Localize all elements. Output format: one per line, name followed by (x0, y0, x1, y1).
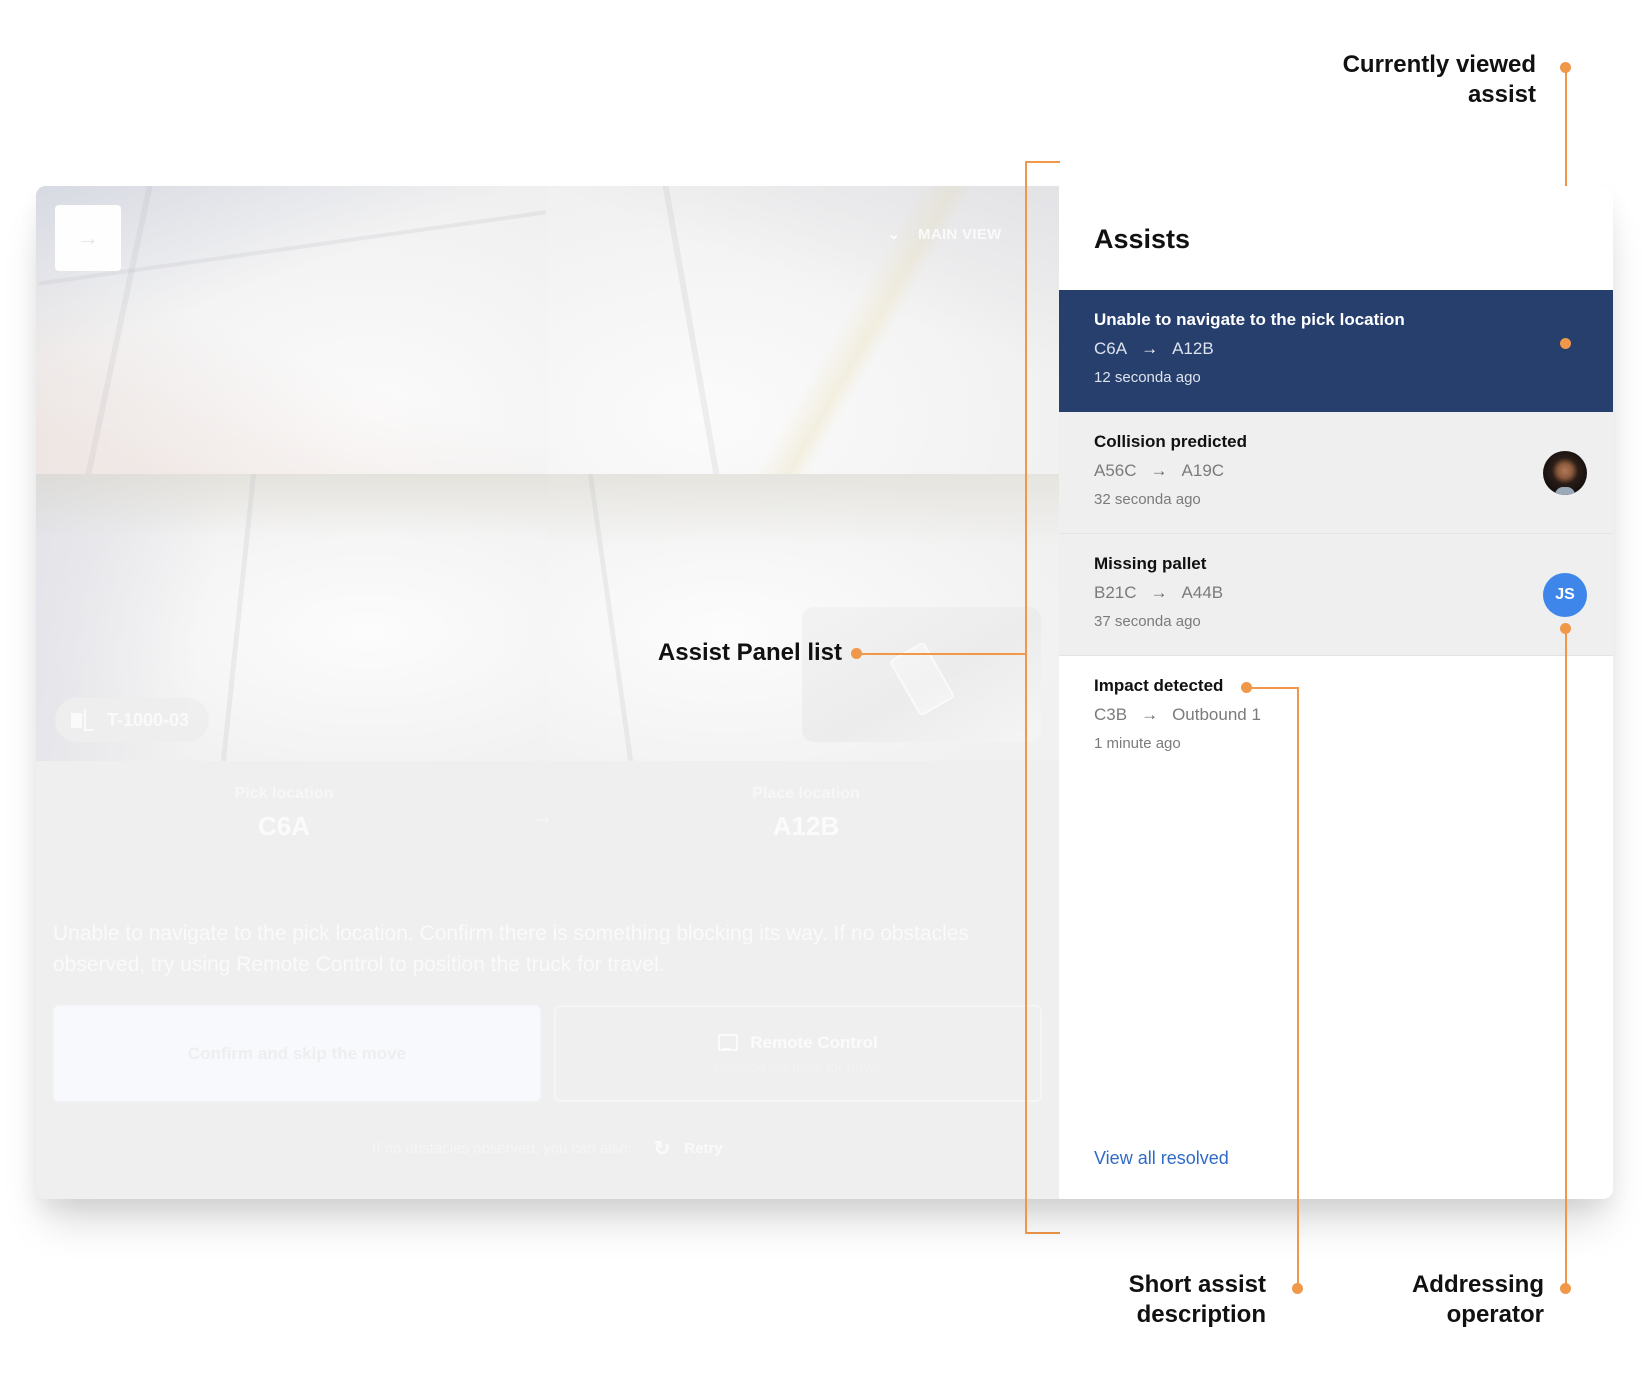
back-button[interactable]: → (55, 205, 121, 271)
retry-row: If no obstacles observed, you can also: … (36, 1136, 1059, 1161)
panel-bracket-side (1025, 161, 1027, 1234)
minimap[interactable] (802, 607, 1041, 742)
refresh-icon: ↻ (653, 1138, 671, 1160)
annotation-short-description: Short assist description (1060, 1270, 1266, 1330)
annotation-dot (1560, 338, 1571, 349)
annotation-text: Assist Panel list (657, 639, 842, 666)
retry-button[interactable]: ↻ Retry (654, 1136, 723, 1161)
truck-badge: T-1000-03 (55, 698, 210, 742)
assist-title: Collision predicted (1094, 432, 1248, 451)
annotation-text: operator (1446, 1301, 1544, 1328)
place-location: Place location A12B (656, 785, 956, 842)
assist-description: Unable to navigate to the pick location.… (53, 922, 969, 976)
assist-to: A12B (1172, 339, 1214, 358)
assist-from: C6A (1094, 339, 1128, 358)
assist-to: Outbound 1 (1172, 705, 1261, 724)
assist-from: C3B (1094, 705, 1128, 724)
app-window: → ⌄ MAIN VIEW T-1000-03 Pick location C6… (36, 186, 1613, 1199)
annotation-dot (1560, 1283, 1571, 1294)
arrow-right-icon: → (1141, 705, 1159, 724)
arrow-right-icon: → (77, 225, 99, 250)
assist-to: A44B (1181, 583, 1224, 602)
assist-age: 12 seconda ago (1094, 369, 1201, 386)
assist-item[interactable]: Unable to navigate to the pick location … (1059, 290, 1613, 412)
view-selector-label: MAIN VIEW (918, 225, 1002, 243)
assist-item[interactable]: Collision predicted A56C → A19C 32 secon… (1059, 412, 1613, 534)
assist-age: 1 minute ago (1094, 735, 1181, 752)
confirm-skip-label: Confirm and skip the move (187, 1043, 407, 1063)
remote-control-button[interactable]: Remote Control Position the truck for tr… (554, 1005, 1042, 1102)
panel-bracket-top (1025, 161, 1060, 163)
annotation-currently-viewed: Currently viewed assist (1300, 50, 1536, 110)
assist-age: 37 seconda ago (1094, 613, 1201, 630)
assist-route: C3B → Outbound 1 (1094, 705, 1613, 725)
route-info: Pick location C6A → Place location A12B (36, 761, 1059, 871)
pick-location-value: C6A (257, 811, 310, 841)
chevron-down-icon: ⌄ (888, 225, 901, 242)
assist-title: Unable to navigate to the pick location (1094, 310, 1405, 329)
arrow-right-icon: → (530, 803, 554, 830)
operator-avatar: JS (1543, 573, 1587, 617)
view-selector[interactable]: ⌄ MAIN VIEW (888, 222, 1002, 246)
assist-title: Impact detected (1094, 676, 1224, 695)
annotation-text: Short assist (1128, 1271, 1266, 1298)
forklift-icon (71, 709, 94, 731)
annotation-line (1246, 687, 1298, 689)
arrow-right-icon: → (1150, 461, 1168, 480)
assist-from: B21C (1094, 583, 1137, 602)
remote-control-sublabel: Position the truck for travel (715, 1058, 881, 1075)
assist-route: C6A → A12B (1094, 339, 1613, 359)
assist-to: A19C (1181, 461, 1225, 480)
annotation-line (1565, 628, 1567, 1288)
annotation-line (856, 653, 1026, 655)
assist-route: B21C → A44B (1094, 583, 1613, 603)
assist-route: A56C → A19C (1094, 461, 1613, 481)
assist-item[interactable]: Impact detected C3B → Outbound 1 1 minut… (1059, 656, 1613, 778)
annotation-text: Addressing (1411, 1271, 1544, 1298)
assist-panel: Assists Unable to navigate to the pick l… (1059, 186, 1613, 1199)
assist-item[interactable]: Missing pallet B21C → A44B 37 seconda ag… (1059, 534, 1613, 656)
arrow-right-icon: → (1150, 583, 1168, 602)
camera-grid: → ⌄ MAIN VIEW T-1000-03 (36, 186, 1059, 761)
operator-avatar (1543, 451, 1587, 495)
remote-control-label: Remote Control (750, 1032, 878, 1052)
main-view: → ⌄ MAIN VIEW T-1000-03 Pick location C6… (36, 186, 1059, 1199)
place-location-label: Place location (752, 785, 860, 802)
annotation-dot (1292, 1283, 1303, 1294)
pick-location-label: Pick location (234, 785, 334, 802)
annotation-text: Currently viewed (1342, 51, 1536, 78)
panel-title: Assists (1094, 224, 1191, 254)
assist-title: Missing pallet (1094, 554, 1207, 573)
place-location-value: A12B (772, 811, 840, 841)
assist-from: A56C (1094, 461, 1137, 480)
annotation-text: description (1136, 1301, 1266, 1328)
retry-hint: If no obstacles observed, you can also: (372, 1140, 632, 1157)
view-all-resolved-link[interactable]: View all resolved (1094, 1148, 1229, 1169)
retry-label: Retry (684, 1140, 723, 1157)
pick-location: Pick location C6A (134, 785, 434, 842)
arrow-right-icon: → (1141, 339, 1159, 358)
annotation-text: assist (1467, 81, 1536, 108)
annotation-line (1297, 687, 1299, 1288)
annotation-assist-panel-list: Assist Panel list (620, 638, 842, 668)
monitor-icon (718, 1033, 739, 1052)
annotation-addressing-operator: Addressing operator (1360, 1270, 1544, 1330)
confirm-skip-button[interactable]: Confirm and skip the move (53, 1005, 541, 1102)
panel-bracket-bottom (1025, 1232, 1060, 1234)
assist-age: 32 seconda ago (1094, 491, 1201, 508)
truck-id: T-1000-03 (107, 709, 190, 730)
